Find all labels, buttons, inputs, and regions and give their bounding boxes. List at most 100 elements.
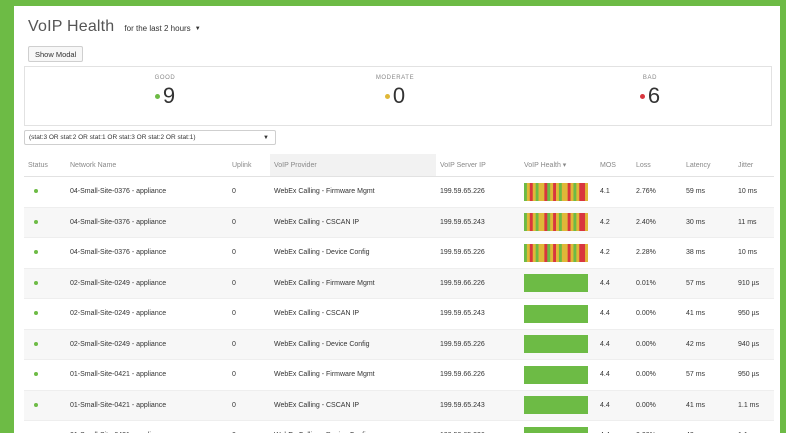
health-segment [576,243,580,262]
status-dot-icon [34,189,38,194]
health-bar [524,396,588,415]
health-segment [556,213,560,232]
column-header[interactable]: VoIP Server IP [436,154,520,177]
column-header[interactable]: Status [24,154,66,177]
mos-cell: 4.4 [596,390,632,421]
column-header[interactable]: Latency [682,154,734,177]
health-segment [535,182,539,201]
health-segment [547,182,551,201]
server-ip-cell: 199.59.66.226 [436,268,520,299]
health-segment [524,426,588,433]
health-bar-cell [520,329,596,360]
summary-bad-value: 6 [647,83,661,108]
health-segment [579,182,583,201]
table-row[interactable]: 02-Small-Site-0249 - appliance 0 WebEx Cal… [24,298,774,330]
health-segment [579,243,583,262]
table-row[interactable]: 04-Small-Site-0376 - appliance 0 WebEx Cal… [24,207,774,238]
table-row[interactable]: 01-Small-Site-0421 - appliance0WebEx Cal… [24,390,774,421]
column-header[interactable]: Loss [632,154,682,177]
network-cell: 02-Small-Site-0249 - appliance [66,268,228,299]
health-bar-cell [520,237,596,269]
column-header[interactable]: Network Name [66,154,228,177]
latency-cell: 59 ms [682,176,734,208]
table-row[interactable]: 04-Small-Site-0376 - appliance 0 WebEx Cal… [24,237,774,269]
column-header[interactable]: VoIP Health ▾ [520,154,596,177]
status-filter-select[interactable]: (stat:3 OR stat:2 OR stat:1 OR stat:3 OR… [24,130,276,145]
server-ip-cell: 199.59.65.243 [436,390,520,421]
health-segment [541,182,545,201]
mos-cell: 4.4 [596,268,632,299]
health-segment [561,213,566,232]
uplink-cell: 0 [228,207,270,238]
health-segment [556,243,560,262]
status-dot-icon [34,311,38,316]
time-range-dropdown[interactable]: for the last 2 hours ▼ [124,24,200,33]
network-cell: 01-Small-Site-0421 - appliance [66,420,228,433]
health-bar-cell [520,176,596,208]
status-cell [24,176,66,208]
mos-cell: 4.2 [596,207,632,238]
table-row[interactable]: 02-Small-Site-0249 - appliance 0 WebEx Cal… [24,268,774,299]
health-segment [570,213,574,232]
table-row[interactable]: 04-Small-Site-0376 - appliance 0 WebEx Cal… [24,176,774,208]
health-segment [573,243,577,262]
mos-cell: 4.4 [596,329,632,360]
show-modal-button[interactable]: Show Modal [28,46,84,62]
health-segment [550,182,554,201]
server-ip-cell: 199.59.65.243 [436,207,520,238]
column-header[interactable]: Uplink [228,154,270,177]
health-segment [529,243,534,262]
jitter-cell: 950 µs [734,298,774,330]
provider-cell: WebEx Calling - Firmware Mgmt [270,359,436,391]
loss-cell: 0.01% [632,268,682,299]
latency-cell: 41 ms [682,390,734,421]
summary-good-value-row: 9 [125,83,205,109]
column-header[interactable]: Jitter [734,154,774,177]
mos-cell: 4.4 [596,359,632,391]
provider-cell: WebEx Calling - Firmware Mgmt [270,176,436,208]
uplink-cell: 0 [228,176,270,208]
network-cell: 02-Small-Site-0249 - appliance [66,329,228,360]
status-cell [24,329,66,360]
health-bar-cell [520,420,596,433]
health-segment [532,243,536,262]
summary-bad-value-row: 6 [610,83,690,109]
health-segment [585,243,588,262]
moderate-dot-icon [384,93,390,99]
health-segment [535,243,539,262]
table-row[interactable]: 02-Small-Site-0249 - appliance 0 WebEx Cal… [24,329,774,360]
status-cell [24,207,66,238]
health-bar [524,274,588,293]
health-segment [532,182,536,201]
latency-cell: 57 ms [682,268,734,299]
good-dot-icon [154,93,160,99]
mos-cell: 4.1 [596,176,632,208]
health-segment [526,213,531,232]
latency-cell: 42 ms [682,329,734,360]
health-segment [564,213,568,232]
loss-cell: 0.00% [632,298,682,330]
table-header-row: Status Network Name Uplink VoIP Provider VoI… [24,154,774,177]
health-segment [579,213,583,232]
uplink-cell: 0 [228,298,270,330]
status-cell [24,237,66,269]
caret-down-icon: ▼ [263,134,269,141]
summary-bad: BAD 6 [610,75,690,109]
column-header[interactable]: MOS [596,154,632,177]
health-bar-cell [520,359,596,391]
health-segment [541,213,545,232]
provider-cell: WebEx Calling - Firmware Mgmt [270,268,436,299]
column-header[interactable]: VoIP Provider [270,154,436,177]
summary-moderate: MODERATE 0 [355,75,435,109]
health-segment [567,213,571,232]
server-ip-cell: 199.59.65.226 [436,329,520,360]
health-bar-cell [520,298,596,330]
table-row[interactable]: 01-Small-Site-0421 - appliance0WebEx Cal… [24,359,774,391]
voip-health-panel: VoIP Health for the last 2 hours ▼ Show … [14,6,780,433]
status-dot-icon [34,280,38,285]
health-segment [524,335,588,354]
health-segment [573,213,577,232]
table-row[interactable]: 01-Small-Site-0421 - appliance0WebEx Cal… [24,420,774,433]
health-segment [573,182,577,201]
summary-moderate-value: 0 [392,83,406,108]
